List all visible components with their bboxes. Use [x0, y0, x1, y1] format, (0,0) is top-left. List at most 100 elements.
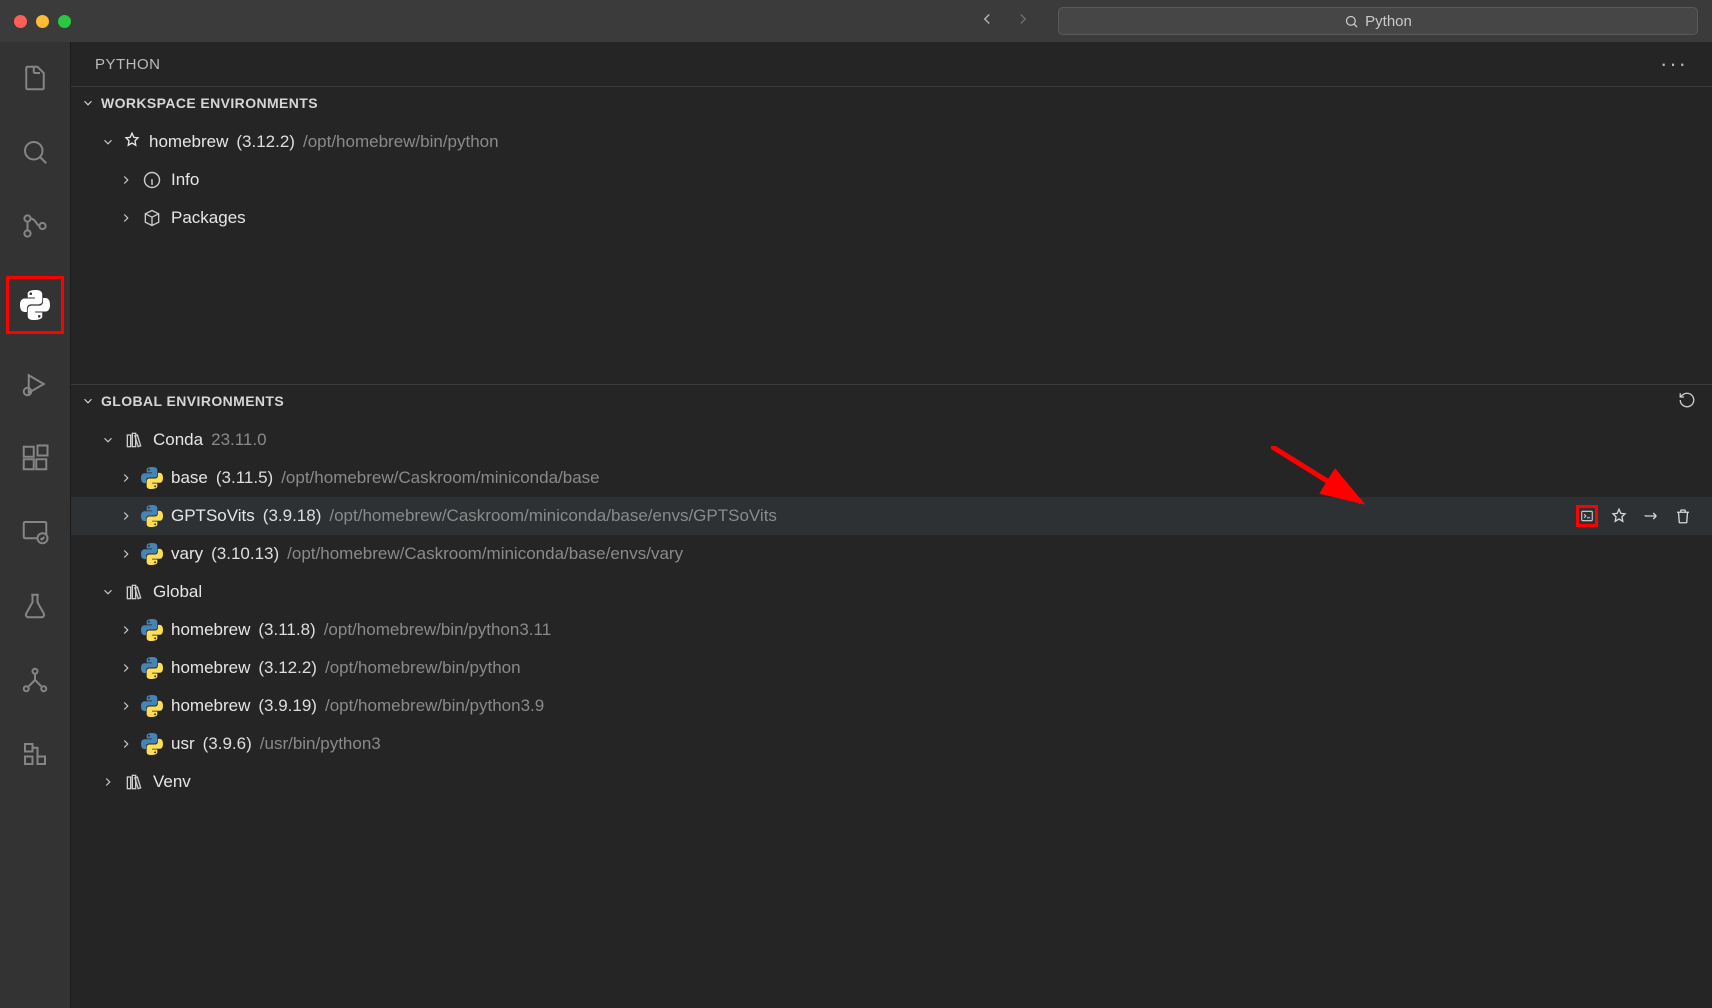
- env-row-gptsovits[interactable]: GPTSoVits (3.9.18) /opt/homebrew/Caskroo…: [71, 497, 1712, 535]
- explorer-icon[interactable]: [11, 54, 59, 102]
- chevron-right-icon: [119, 661, 133, 675]
- search-activity-icon[interactable]: [11, 128, 59, 176]
- env-row-base[interactable]: base (3.11.5) /opt/homebrew/Caskroom/min…: [71, 459, 1712, 497]
- nav-back-icon[interactable]: [978, 10, 996, 33]
- global-header-label: GLOBAL ENVIRONMENTS: [101, 393, 284, 409]
- env-version: (3.11.5): [216, 468, 273, 488]
- env-path: /opt/homebrew/bin/python3.11: [324, 620, 551, 640]
- env-name: homebrew: [171, 658, 250, 678]
- env-group-venv[interactable]: Venv: [71, 763, 1712, 801]
- env-version: (3.11.8): [258, 620, 315, 640]
- chevron-right-icon: [101, 775, 115, 789]
- folder-library-icon: [123, 771, 145, 793]
- chevron-down-icon: [101, 433, 115, 447]
- group-name: Conda: [153, 430, 203, 450]
- env-info-label: Info: [171, 170, 199, 190]
- nav-forward-icon[interactable]: [1014, 10, 1032, 33]
- star-icon[interactable]: [1608, 505, 1630, 527]
- chevron-down-icon: [101, 585, 115, 599]
- env-version: (3.12.2): [258, 658, 317, 678]
- env-name: homebrew: [171, 696, 250, 716]
- chevron-right-icon: [119, 509, 133, 523]
- env-version: (3.9.19): [258, 696, 317, 716]
- env-row-homebrew-3919[interactable]: homebrew (3.9.19) /opt/homebrew/bin/pyth…: [71, 687, 1712, 725]
- chevron-down-icon: [81, 96, 95, 110]
- structure-icon[interactable]: [11, 730, 59, 778]
- run-debug-icon[interactable]: [11, 360, 59, 408]
- python-icon: [141, 733, 163, 755]
- group-name: Global: [153, 582, 202, 602]
- env-path: /opt/homebrew/Caskroom/miniconda/base/en…: [287, 544, 683, 564]
- env-name: GPTSoVits: [171, 506, 255, 526]
- source-control-icon[interactable]: [11, 202, 59, 250]
- panel-more-icon[interactable]: ···: [1660, 51, 1688, 77]
- remote-icon[interactable]: [11, 508, 59, 556]
- env-path: /opt/homebrew/bin/python: [325, 658, 521, 678]
- star-icon: [123, 131, 141, 154]
- command-center[interactable]: Python: [1058, 7, 1698, 35]
- python-icon: [141, 695, 163, 717]
- global-section-header[interactable]: GLOBAL ENVIRONMENTS: [71, 385, 1712, 417]
- window-controls: [14, 15, 71, 28]
- env-row-usr[interactable]: usr (3.9.6) /usr/bin/python3: [71, 725, 1712, 763]
- panel-title: PYTHON: [95, 56, 161, 73]
- env-name: vary: [171, 544, 203, 564]
- maximize-window[interactable]: [58, 15, 71, 28]
- env-group-global[interactable]: Global: [71, 573, 1712, 611]
- chevron-down-icon: [101, 135, 115, 149]
- chevron-down-icon: [81, 394, 95, 408]
- python-activity-icon[interactable]: [6, 276, 64, 334]
- group-version: 23.11.0: [211, 430, 266, 450]
- env-row-actions: [1576, 505, 1700, 527]
- info-icon: [141, 169, 163, 191]
- global-environments-section: GLOBAL ENVIRONMENTS Conda 23.11.0: [71, 384, 1712, 801]
- trash-icon[interactable]: [1672, 505, 1694, 527]
- env-path: /opt/homebrew/Caskroom/miniconda/base: [281, 468, 599, 488]
- chevron-right-icon: [119, 471, 133, 485]
- chevron-right-icon: [119, 173, 133, 187]
- folder-library-icon: [123, 581, 145, 603]
- close-window[interactable]: [14, 15, 27, 28]
- refresh-icon[interactable]: [1678, 391, 1696, 412]
- git-graph-icon[interactable]: [11, 656, 59, 704]
- python-icon: [141, 543, 163, 565]
- python-sidebar: PYTHON ··· WORKSPACE ENVIRONMENTS homebr…: [70, 42, 1712, 1008]
- export-icon[interactable]: [1640, 505, 1662, 527]
- env-group-conda[interactable]: Conda 23.11.0: [71, 421, 1712, 459]
- extensions-icon[interactable]: [11, 434, 59, 482]
- chevron-right-icon: [119, 547, 133, 561]
- env-row-homebrew-3122[interactable]: homebrew (3.12.2) /opt/homebrew/bin/pyth…: [71, 649, 1712, 687]
- minimize-window[interactable]: [36, 15, 49, 28]
- chevron-right-icon: [119, 699, 133, 713]
- env-path: /opt/homebrew/Caskroom/miniconda/base/en…: [329, 506, 777, 526]
- env-path: /opt/homebrew/bin/python: [303, 132, 499, 152]
- env-row-homebrew-3118[interactable]: homebrew (3.11.8) /opt/homebrew/bin/pyth…: [71, 611, 1712, 649]
- group-name: Venv: [153, 772, 191, 792]
- env-row-vary[interactable]: vary (3.10.13) /opt/homebrew/Caskroom/mi…: [71, 535, 1712, 573]
- open-terminal-icon[interactable]: [1576, 505, 1598, 527]
- workspace-environments-section: WORKSPACE ENVIRONMENTS homebrew (3.12.2)…: [71, 86, 1712, 384]
- python-icon: [141, 619, 163, 641]
- env-path: /opt/homebrew/bin/python3.9: [325, 696, 544, 716]
- python-icon: [141, 467, 163, 489]
- env-name: usr: [171, 734, 195, 754]
- env-version: (3.12.2): [236, 132, 295, 152]
- env-path: /usr/bin/python3: [260, 734, 381, 754]
- env-info-row[interactable]: Info: [71, 161, 1712, 199]
- package-icon: [141, 207, 163, 229]
- env-name: homebrew: [149, 132, 228, 152]
- command-center-text: Python: [1365, 13, 1412, 30]
- python-icon: [141, 657, 163, 679]
- python-icon: [141, 505, 163, 527]
- env-name: base: [171, 468, 208, 488]
- title-bar: Python: [0, 0, 1712, 42]
- workspace-section-header[interactable]: WORKSPACE ENVIRONMENTS: [71, 87, 1712, 119]
- testing-icon[interactable]: [11, 582, 59, 630]
- env-packages-row[interactable]: Packages: [71, 199, 1712, 237]
- folder-library-icon: [123, 429, 145, 451]
- env-version: (3.10.13): [211, 544, 279, 564]
- env-name: homebrew: [171, 620, 250, 640]
- env-version: (3.9.18): [263, 506, 322, 526]
- workspace-env-row[interactable]: homebrew (3.12.2) /opt/homebrew/bin/pyth…: [71, 123, 1712, 161]
- workspace-header-label: WORKSPACE ENVIRONMENTS: [101, 95, 318, 111]
